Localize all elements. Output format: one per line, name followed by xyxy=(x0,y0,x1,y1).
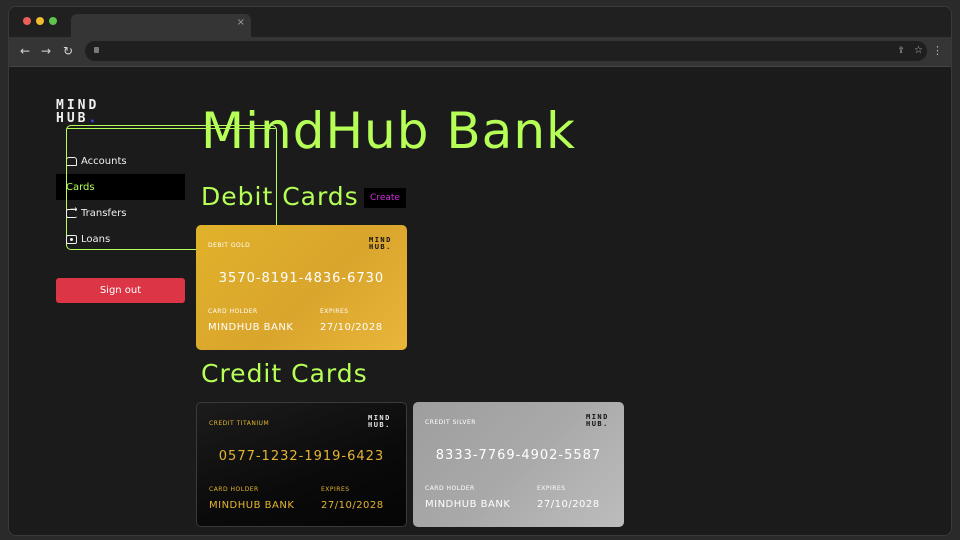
sidebar-item-label: Loans xyxy=(81,233,111,245)
close-window-button[interactable] xyxy=(23,17,31,25)
card-logo-line-2: HUB. xyxy=(586,420,609,428)
card-expires: 27/10/2028 xyxy=(320,322,383,333)
card-type: CREDIT SILVER xyxy=(425,419,476,426)
card-expires-label: EXPIRES xyxy=(320,308,349,315)
logo-word-2: HUB xyxy=(56,111,89,126)
tab-close-icon[interactable]: × xyxy=(237,17,245,28)
card-holder-label: CARD HOLDER xyxy=(209,486,259,493)
credit-card-titanium[interactable]: CREDIT TITANIUM MIND HUB. 0577-1232-1919… xyxy=(196,402,407,527)
card-type: CREDIT TITANIUM xyxy=(209,420,270,427)
forward-icon[interactable]: → xyxy=(38,43,54,59)
lock-icon xyxy=(94,47,99,53)
bookmark-star-icon[interactable]: ☆ xyxy=(914,43,923,59)
card-holder-label: CARD HOLDER xyxy=(208,308,258,315)
card-expires-label: EXPIRES xyxy=(537,485,566,492)
card-type: DEBIT GOLD xyxy=(208,242,251,249)
page-title: MindHub Bank xyxy=(201,102,576,160)
card-holder: MINDHUB BANK xyxy=(209,500,295,511)
card-number: 3570-8191-4836-6730 xyxy=(218,271,385,286)
minimize-window-button[interactable] xyxy=(36,17,44,25)
browser-toolbar: ← → ↻ ⇪ ☆ ⋮ xyxy=(9,37,951,67)
tab-bar: × xyxy=(9,7,951,37)
browser-window: × ← → ↻ ⇪ ☆ ⋮ MIND HUB. Accounts Cards →… xyxy=(8,6,952,536)
cash-icon xyxy=(66,234,77,244)
sidebar-item-cards[interactable]: Cards xyxy=(56,124,277,250)
credit-card-silver[interactable]: CREDIT SILVER MIND HUB. 8333-7769-4902-5… xyxy=(413,402,624,527)
card-logo-line-2: HUB. xyxy=(369,243,392,251)
share-icon[interactable]: ⇪ xyxy=(897,43,905,59)
sidebar-item-transfers[interactable]: Transfers xyxy=(56,200,185,226)
card-logo: MIND HUB. xyxy=(369,237,397,251)
card-logo: MIND HUB. xyxy=(586,414,614,428)
debit-cards-heading: Debit Cards xyxy=(201,182,359,211)
debit-card-gold[interactable]: DEBIT GOLD MIND HUB. 3570-8191-4836-6730… xyxy=(196,225,407,350)
logo-line-2: HUB. xyxy=(56,112,126,125)
card-logo-line-2: HUB. xyxy=(368,421,391,429)
card-holder-label: CARD HOLDER xyxy=(425,485,475,492)
reload-icon[interactable]: ↻ xyxy=(60,43,76,59)
transfer-icon xyxy=(66,205,78,218)
browser-tab[interactable]: × xyxy=(71,14,251,37)
maximize-window-button[interactable] xyxy=(49,17,57,25)
more-menu-icon[interactable]: ⋮ xyxy=(932,43,943,59)
back-icon[interactable]: ← xyxy=(17,43,33,59)
page-content: MIND HUB. Accounts Cards Transfers Loans… xyxy=(9,68,951,535)
card-logo: MIND HUB. xyxy=(368,415,396,429)
sidebar-nav: Accounts Cards Transfers Loans xyxy=(56,124,277,252)
sidebar-item-loans[interactable]: Loans xyxy=(56,226,185,252)
card-expires: 27/10/2028 xyxy=(321,500,384,511)
sidebar-item-label: Transfers xyxy=(81,207,127,219)
card-expires: 27/10/2028 xyxy=(537,499,600,510)
sign-out-button[interactable]: Sign out xyxy=(56,278,185,303)
address-bar[interactable]: ⇪ ☆ xyxy=(85,41,927,61)
card-holder: MINDHUB BANK xyxy=(208,322,294,333)
credit-cards-heading: Credit Cards xyxy=(201,359,368,388)
card-holder: MINDHUB BANK xyxy=(425,499,511,510)
card-expires-label: EXPIRES xyxy=(321,486,350,493)
card-number: 0577-1232-1919-6423 xyxy=(218,449,385,464)
card-number: 8333-7769-4902-5587 xyxy=(435,448,602,463)
logo-dot: . xyxy=(88,111,100,126)
create-card-button[interactable]: Create xyxy=(364,188,406,208)
